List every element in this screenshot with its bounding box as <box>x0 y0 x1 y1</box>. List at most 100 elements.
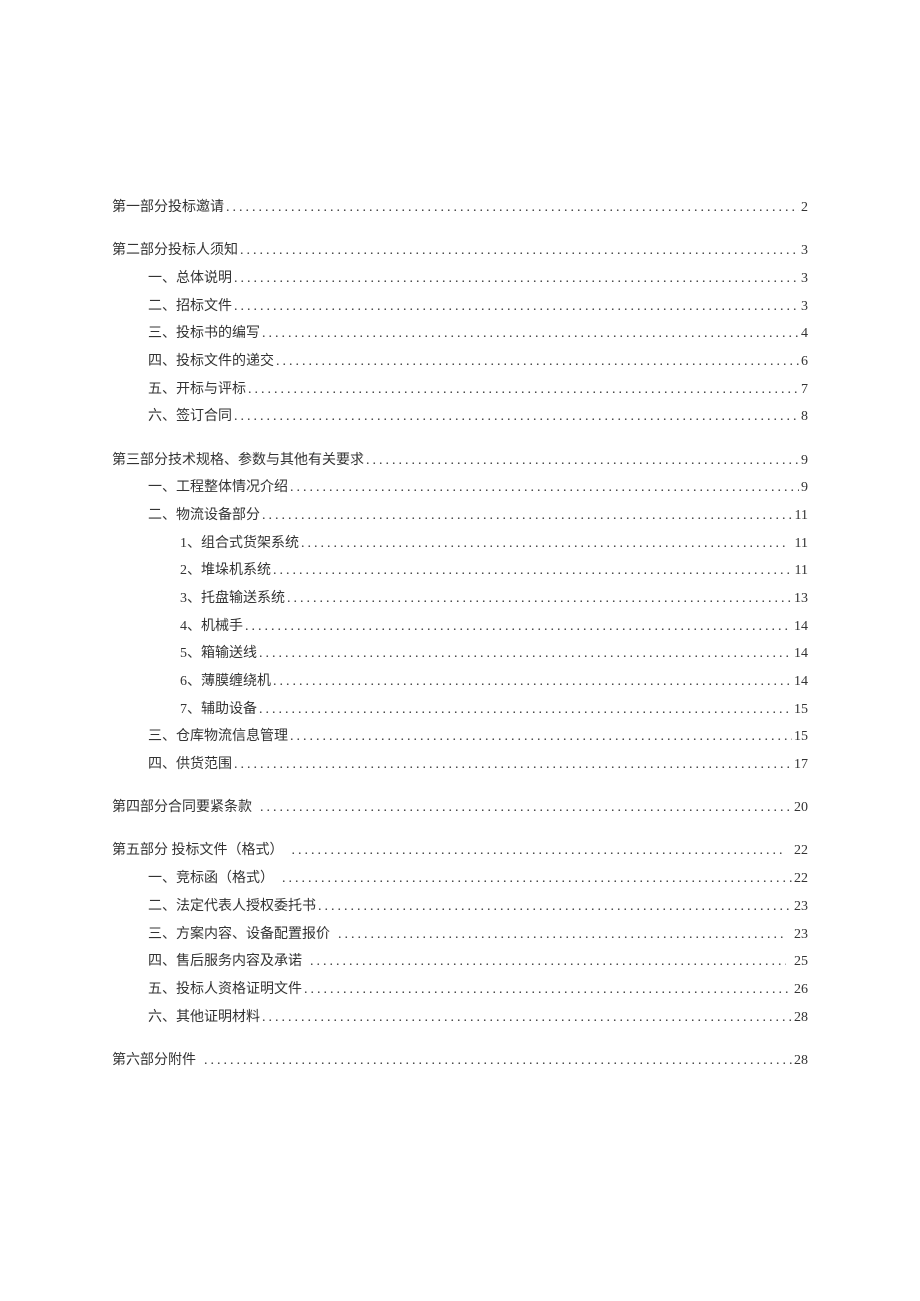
toc-entry-title: 3、托盘输送系统 <box>180 586 285 611</box>
toc-leader-dots <box>271 558 793 583</box>
toc-entry-page: 9 <box>799 448 808 473</box>
toc-section: 第一部分投标邀请2 <box>112 195 808 220</box>
toc-entry: 第四部分合同要紧条款20 <box>112 795 808 820</box>
toc-entry-title: 二、物流设备部分 <box>148 503 260 528</box>
toc-entry: 三、投标书的编写4 <box>112 321 808 346</box>
toc-entry-title: 五、开标与评标 <box>148 377 246 402</box>
toc-entry: 一、竞标函（格式） 22 <box>112 866 808 891</box>
toc-leader-dots <box>285 586 792 611</box>
toc-entry: 7、辅助设备 15 <box>112 697 808 722</box>
toc-entry-page: 23 <box>792 894 808 919</box>
toc-entry-title: 三、方案内容、设备配置报价 <box>148 922 336 947</box>
toc-leader-dots <box>274 349 799 374</box>
toc-entry-page: 15 <box>792 697 808 722</box>
toc-entry-title: 一、总体说明 <box>148 266 232 291</box>
toc-entry-title: 第五部分 投标文件（格式） <box>112 838 290 863</box>
toc-entry: 一、总体说明3 <box>112 266 808 291</box>
toc-entry-page: 14 <box>792 641 808 666</box>
toc-leader-dots <box>302 977 792 1002</box>
toc-entry: 3、托盘输送系统 13 <box>112 586 808 611</box>
toc-leader-dots <box>271 669 792 694</box>
toc-entry: 五、投标人资格证明文件 26 <box>112 977 808 1002</box>
toc-entry-page: 15 <box>792 724 808 749</box>
toc-leader-dots <box>336 922 786 947</box>
toc-leader-dots <box>246 377 799 402</box>
toc-entry-title: 5、箱输送线 <box>180 641 257 666</box>
toc-entry: 5、箱输送线 14 <box>112 641 808 666</box>
toc-leader-dots <box>257 641 792 666</box>
toc-entry: 4、机械手14 <box>112 614 808 639</box>
toc-leader-dots <box>232 752 792 777</box>
toc-entry: 第五部分 投标文件（格式） 22 <box>112 838 808 863</box>
toc-entry: 6、薄膜缠绕机 14 <box>112 669 808 694</box>
toc-leader-dots <box>232 294 799 319</box>
toc-entry-title: 四、售后服务内容及承诺 <box>148 949 308 974</box>
toc-leader-dots <box>258 795 792 820</box>
toc-entry-page: 9 <box>799 475 808 500</box>
toc-entry-title: 五、投标人资格证明文件 <box>148 977 302 1002</box>
toc-entry-page: 25 <box>786 949 808 974</box>
toc-entry-page: 26 <box>792 977 808 1002</box>
toc-leader-dots <box>232 404 799 429</box>
toc-leader-dots <box>260 321 799 346</box>
toc-section: 第五部分 投标文件（格式） 22 一、竞标函（格式） 22 二、法定代表人授权委托书 23… <box>112 838 808 1029</box>
toc-entry: 一、工程整体情况介绍9 <box>112 475 808 500</box>
toc-entry: 1、组合式货架系统11 <box>112 531 808 556</box>
toc-entry-page: 22 <box>786 838 808 863</box>
toc-entry-title: 二、法定代表人授权委托书 <box>148 894 316 919</box>
toc-entry: 第一部分投标邀请2 <box>112 195 808 220</box>
toc-entry: 三、仓库物流信息管理 15 <box>112 724 808 749</box>
toc-leader-dots <box>260 503 793 528</box>
toc-entry-title: 1、组合式货架系统 <box>180 531 299 556</box>
toc-leader-dots <box>202 1048 792 1073</box>
toc-entry-page: 14 <box>792 669 808 694</box>
toc-leader-dots <box>224 195 799 220</box>
toc-leader-dots <box>257 697 792 722</box>
toc-entry: 四、投标文件的递交 6 <box>112 349 808 374</box>
toc-entry-page: 11 <box>793 558 808 583</box>
toc-entry: 二、物流设备部分 11 <box>112 503 808 528</box>
toc-entry: 二、法定代表人授权委托书 23 <box>112 894 808 919</box>
toc-section: 第四部分合同要紧条款20 <box>112 795 808 820</box>
toc-entry-title: 7、辅助设备 <box>180 697 257 722</box>
toc-leader-dots <box>288 724 792 749</box>
toc-entry-page: 23 <box>786 922 808 947</box>
toc-entry-page: 28 <box>792 1048 808 1073</box>
toc-leader-dots <box>308 949 786 974</box>
toc-entry-page: 20 <box>792 795 808 820</box>
toc-entry-page: 22 <box>792 866 808 891</box>
table-of-contents: 第一部分投标邀请2第二部分投标人须知3一、总体说明3二、招标文件3三、投标书的编… <box>112 195 808 1073</box>
toc-entry-title: 三、仓库物流信息管理 <box>148 724 288 749</box>
toc-entry-page: 8 <box>799 404 808 429</box>
toc-entry: 五、开标与评标 7 <box>112 377 808 402</box>
toc-entry-page: 17 <box>792 752 808 777</box>
toc-entry-page: 14 <box>792 614 808 639</box>
toc-entry-title: 二、招标文件 <box>148 294 232 319</box>
toc-entry-page: 11 <box>793 503 808 528</box>
toc-leader-dots <box>280 866 792 891</box>
toc-leader-dots <box>232 266 799 291</box>
toc-entry: 三、方案内容、设备配置报价 23 <box>112 922 808 947</box>
toc-leader-dots <box>243 614 792 639</box>
toc-entry-title: 6、薄膜缠绕机 <box>180 669 271 694</box>
toc-entry-page: 13 <box>792 586 808 611</box>
toc-entry-title: 六、其他证明材料 <box>148 1005 260 1030</box>
toc-entry-page: 28 <box>792 1005 808 1030</box>
toc-entry-page: 2 <box>799 195 808 220</box>
toc-leader-dots <box>290 838 787 863</box>
toc-entry-title: 一、竞标函（格式） <box>148 866 280 891</box>
toc-leader-dots <box>288 475 799 500</box>
toc-entry: 四、售后服务内容及承诺 25 <box>112 949 808 974</box>
toc-entry-page: 3 <box>799 294 808 319</box>
toc-leader-dots <box>316 894 792 919</box>
toc-section: 第三部分技术规格、参数与其他有关要求 9一、工程整体情况介绍9 二、物流设备部分 11… <box>112 448 808 778</box>
toc-entry-title: 第三部分技术规格、参数与其他有关要求 <box>112 448 364 473</box>
toc-leader-dots <box>364 448 799 473</box>
toc-section: 第六部分附件28 <box>112 1048 808 1073</box>
toc-entry-page: 6 <box>799 349 808 374</box>
toc-leader-dots <box>299 531 787 556</box>
toc-entry-page: 7 <box>799 377 808 402</box>
toc-entry-title: 四、投标文件的递交 <box>148 349 274 374</box>
toc-entry-page: 3 <box>799 238 808 263</box>
toc-leader-dots <box>238 238 799 263</box>
